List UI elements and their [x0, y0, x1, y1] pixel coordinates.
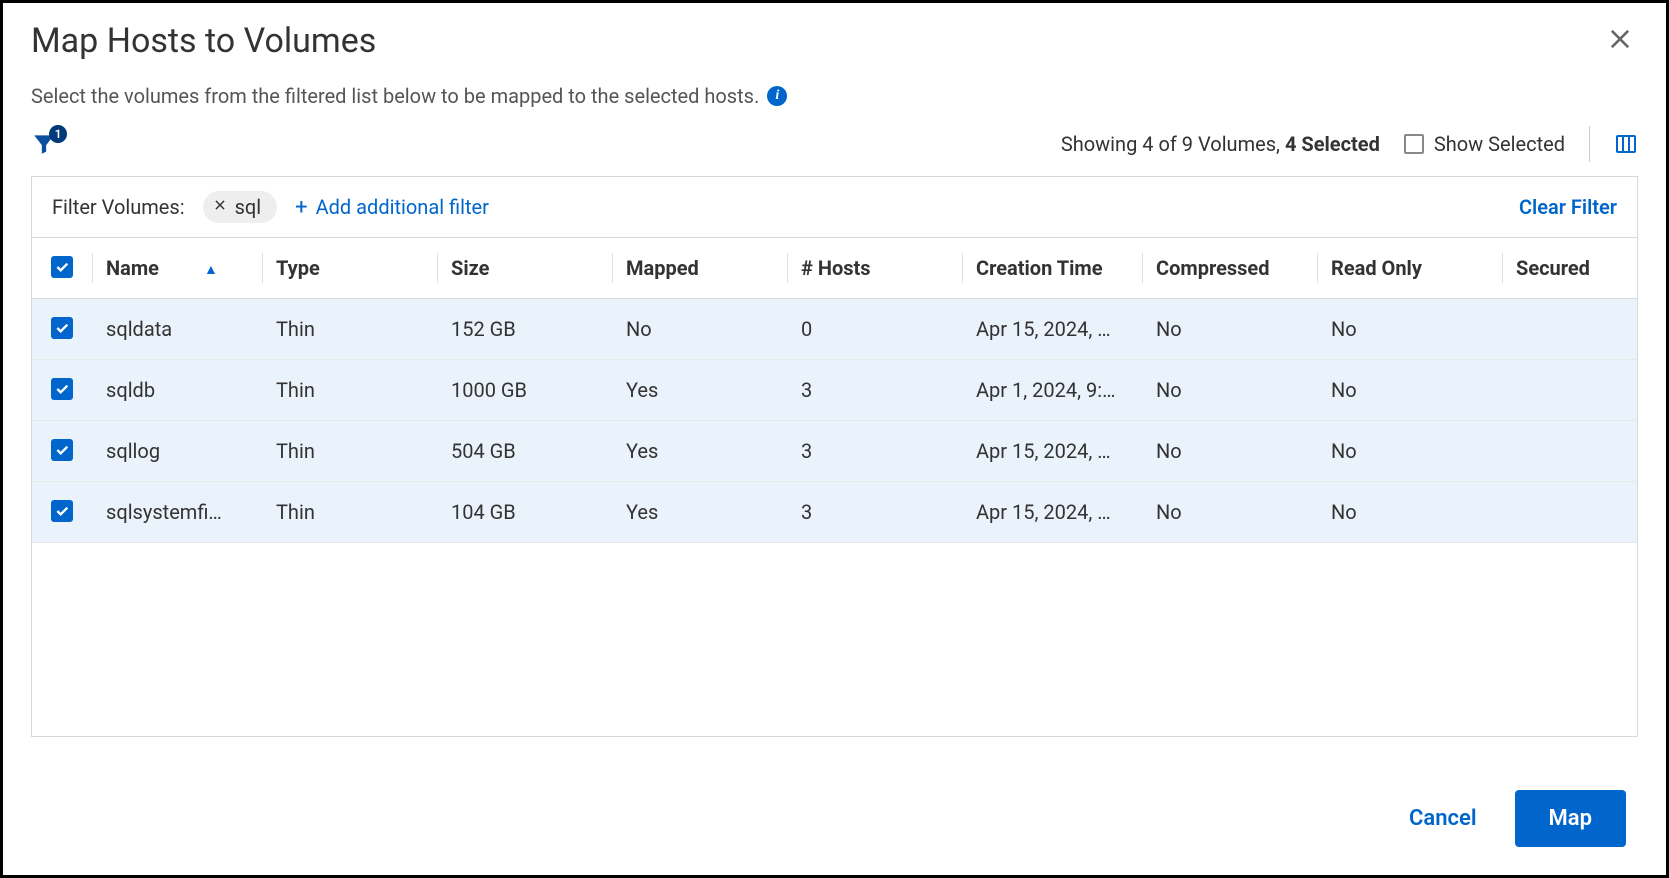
cell-type: Thin — [262, 482, 437, 543]
checkbox-checked-icon — [51, 317, 73, 339]
dialog-title: Map Hosts to Volumes — [31, 21, 376, 61]
row-checkbox[interactable] — [32, 360, 92, 421]
dialog-subtitle: Select the volumes from the filtered lis… — [31, 84, 759, 108]
cell-creation: Apr 15, 2024, … — [962, 482, 1142, 543]
filter-indicator[interactable]: 1 — [31, 131, 57, 157]
dialog-footer: Cancel Map — [3, 790, 1666, 875]
cancel-button[interactable]: Cancel — [1401, 792, 1485, 845]
cell-mapped: Yes — [612, 482, 787, 543]
cell-size: 504 GB — [437, 421, 612, 482]
cell-hosts: 0 — [787, 299, 962, 360]
cell-compressed: No — [1142, 482, 1317, 543]
cell-secured — [1502, 360, 1638, 421]
cell-type: Thin — [262, 421, 437, 482]
cell-creation: Apr 1, 2024, 9:… — [962, 360, 1142, 421]
checkbox-empty-icon — [1404, 134, 1424, 154]
cell-hosts: 3 — [787, 360, 962, 421]
cell-compressed: No — [1142, 421, 1317, 482]
col-size[interactable]: Size — [437, 238, 612, 299]
cell-mapped: Yes — [612, 421, 787, 482]
show-selected-label: Show Selected — [1434, 132, 1565, 156]
col-type[interactable]: Type — [262, 238, 437, 299]
row-checkbox[interactable] — [32, 482, 92, 543]
cell-name: sqllog — [92, 421, 262, 482]
cell-hosts: 3 — [787, 421, 962, 482]
checkbox-checked-icon — [51, 256, 73, 278]
cell-name: sqlsystemfi… — [92, 482, 262, 543]
filter-left: Filter Volumes: sql + Add additional fil… — [52, 191, 489, 223]
col-mapped[interactable]: Mapped — [612, 238, 787, 299]
cell-name: sqldb — [92, 360, 262, 421]
col-hosts[interactable]: # Hosts — [787, 238, 962, 299]
dialog-header: Map Hosts to Volumes — [3, 3, 1666, 62]
checkbox-checked-icon — [51, 500, 73, 522]
cell-readonly: No — [1317, 482, 1502, 543]
table-row[interactable]: sqldataThin152 GBNo0Apr 15, 2024, …NoNo — [32, 299, 1638, 360]
divider — [1589, 126, 1590, 162]
filter-chip-value: sql — [235, 195, 262, 219]
cell-readonly: No — [1317, 421, 1502, 482]
remove-chip-icon[interactable] — [213, 198, 227, 216]
filter-count-badge: 1 — [49, 125, 67, 143]
sort-asc-icon: ▲ — [204, 261, 218, 278]
filter-bar: Filter Volumes: sql + Add additional fil… — [31, 176, 1638, 237]
cell-secured — [1502, 421, 1638, 482]
cell-size: 104 GB — [437, 482, 612, 543]
cell-secured — [1502, 299, 1638, 360]
cell-compressed: No — [1142, 299, 1317, 360]
showing-text: Showing 4 of 9 Volumes, 4 Selected — [1061, 132, 1380, 156]
cell-name: sqldata — [92, 299, 262, 360]
dialog-subtitle-row: Select the volumes from the filtered lis… — [3, 62, 1666, 108]
table-row[interactable]: sqlsystemfi…Thin104 GBYes3Apr 15, 2024, … — [32, 482, 1638, 543]
map-hosts-dialog: Map Hosts to Volumes Select the volumes … — [0, 0, 1669, 878]
cell-size: 152 GB — [437, 299, 612, 360]
col-secured[interactable]: Secured — [1502, 238, 1638, 299]
row-checkbox[interactable] — [32, 299, 92, 360]
col-compressed[interactable]: Compressed — [1142, 238, 1317, 299]
add-filter-button[interactable]: + Add additional filter — [295, 195, 489, 220]
columns-icon[interactable] — [1614, 132, 1638, 156]
cell-readonly: No — [1317, 299, 1502, 360]
col-readonly[interactable]: Read Only — [1317, 238, 1502, 299]
table-row[interactable]: sqllogThin504 GBYes3Apr 15, 2024, …NoNo — [32, 421, 1638, 482]
close-icon[interactable] — [1602, 21, 1638, 62]
cell-compressed: No — [1142, 360, 1317, 421]
toolbar-right: Showing 4 of 9 Volumes, 4 Selected Show … — [1061, 126, 1638, 162]
select-all-header[interactable] — [32, 238, 92, 299]
info-icon[interactable]: i — [767, 86, 787, 106]
cell-creation: Apr 15, 2024, … — [962, 299, 1142, 360]
cell-type: Thin — [262, 299, 437, 360]
volumes-table-wrap: Name ▲ Type Size Mapped # Hosts Creation… — [31, 237, 1638, 737]
row-checkbox[interactable] — [32, 421, 92, 482]
table-row[interactable]: sqldbThin1000 GBYes3Apr 1, 2024, 9:…NoNo — [32, 360, 1638, 421]
clear-filter-button[interactable]: Clear Filter — [1519, 195, 1617, 219]
add-filter-label: Add additional filter — [316, 195, 489, 219]
cell-type: Thin — [262, 360, 437, 421]
show-selected-toggle[interactable]: Show Selected — [1404, 132, 1565, 156]
table-header-row: Name ▲ Type Size Mapped # Hosts Creation… — [32, 238, 1638, 299]
col-creation[interactable]: Creation Time — [962, 238, 1142, 299]
cell-mapped: Yes — [612, 360, 787, 421]
filter-chip[interactable]: sql — [203, 191, 278, 223]
cell-mapped: No — [612, 299, 787, 360]
cell-creation: Apr 15, 2024, … — [962, 421, 1142, 482]
checkbox-checked-icon — [51, 378, 73, 400]
cell-hosts: 3 — [787, 482, 962, 543]
col-name[interactable]: Name ▲ — [92, 238, 262, 299]
volumes-table: Name ▲ Type Size Mapped # Hosts Creation… — [32, 238, 1638, 543]
toolbar: 1 Showing 4 of 9 Volumes, 4 Selected Sho… — [3, 108, 1666, 176]
cell-size: 1000 GB — [437, 360, 612, 421]
plus-icon: + — [295, 195, 307, 220]
checkbox-checked-icon — [51, 439, 73, 461]
map-button[interactable]: Map — [1515, 790, 1626, 847]
cell-readonly: No — [1317, 360, 1502, 421]
cell-secured — [1502, 482, 1638, 543]
filter-label: Filter Volumes: — [52, 195, 185, 219]
